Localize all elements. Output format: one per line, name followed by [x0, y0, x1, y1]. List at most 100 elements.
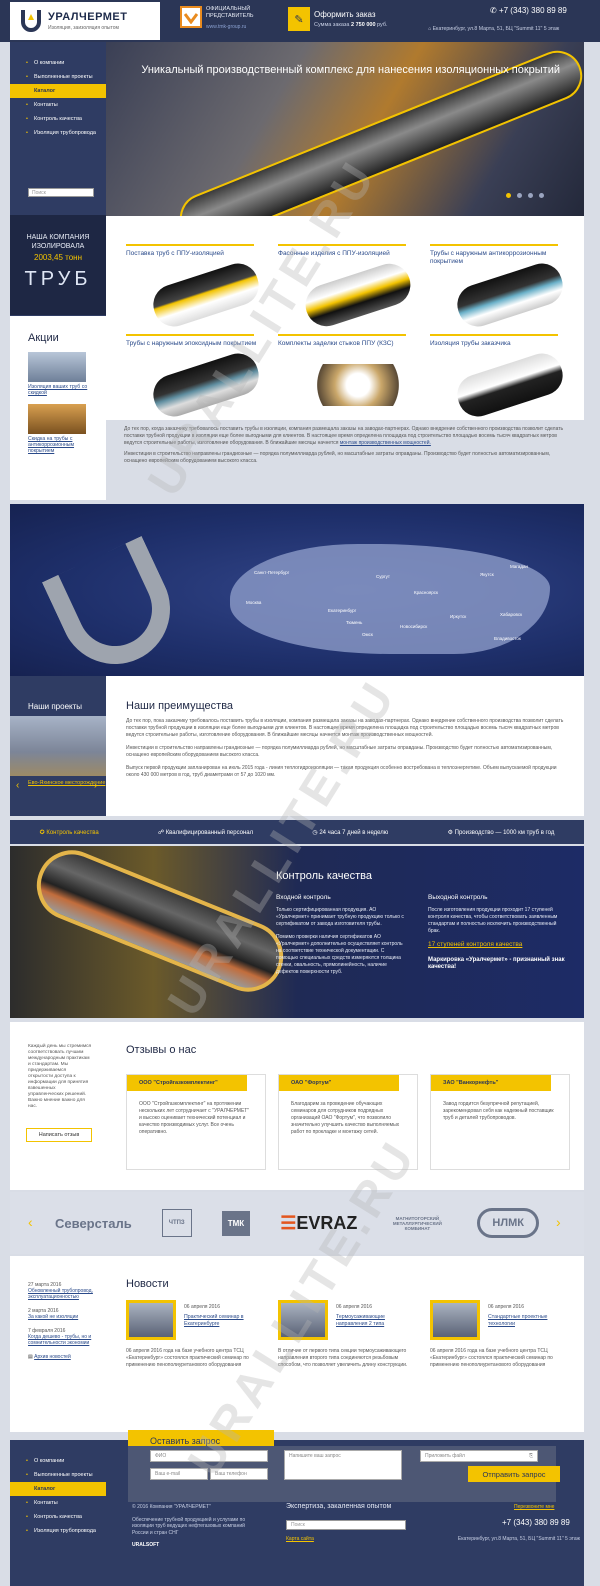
- map-city[interactable]: Красноярск: [414, 590, 438, 595]
- sitemap-link[interactable]: Карта сайта: [286, 1536, 314, 1543]
- submit-request-button[interactable]: Отправить запрос: [468, 1466, 560, 1482]
- chevron-left-icon[interactable]: ‹: [16, 780, 19, 791]
- order-widget[interactable]: ✎ Оформить заказ Сумма заказа 2 750 000 …: [288, 4, 388, 34]
- catalog-card[interactable]: Трубы с наружным антикоррозионным покрыт…: [430, 242, 570, 332]
- official-dealer[interactable]: ОФИЦИАЛЬНЫЙ ПРЕДСТАВИТЕЛЬ www.tmk-group.…: [180, 6, 254, 30]
- news-image[interactable]: [430, 1300, 480, 1340]
- map-city[interactable]: Иркутск: [450, 614, 466, 619]
- footer-search-input[interactable]: Поиск: [286, 1520, 406, 1530]
- partner-logo[interactable]: ЧТПЗ: [161, 1209, 192, 1237]
- callback-link[interactable]: Перезвоните мне: [514, 1504, 554, 1511]
- dealer-link[interactable]: www.tmk-group.ru: [206, 24, 254, 30]
- catalog-card-title[interactable]: Трубы с наружным антикоррозионным покрыт…: [430, 242, 570, 265]
- footer-item-contacts[interactable]: Контакты: [10, 1496, 106, 1510]
- partner-logo[interactable]: Северсталь: [55, 1216, 132, 1231]
- map-city[interactable]: Сургут: [376, 574, 390, 579]
- counter-amount: 2003,45 тонн: [34, 253, 82, 262]
- email-input[interactable]: Ваш e-mail: [150, 1468, 208, 1480]
- feature-quality[interactable]: ✪ Контроль качества: [40, 829, 99, 836]
- footer-item-projects[interactable]: Выполненные проекты: [10, 1468, 106, 1482]
- catalog-card-title[interactable]: Комплекты заделки стыков ППУ (КЗС): [278, 332, 418, 348]
- logo[interactable]: УРАЛЧЕРМЕТ Изоляция, заизоляция опытом: [10, 2, 160, 40]
- map-city[interactable]: Москва: [246, 600, 261, 605]
- catalog-card[interactable]: Трубы с наружным эпоксидным покрытием: [126, 332, 266, 422]
- map-city[interactable]: Омск: [362, 632, 373, 637]
- map-city[interactable]: Хабаровск: [500, 612, 522, 617]
- quality-steps-link[interactable]: 17 ступеней контроля качества: [428, 941, 522, 948]
- catalog-card[interactable]: Фасонные изделия с ППУ-изоляцией: [278, 242, 418, 332]
- footer-item-pipe-insulation[interactable]: Изоляция трубопровода: [10, 1524, 106, 1538]
- attach-file-input[interactable]: Приложить файл ⎘: [420, 1450, 538, 1462]
- map-city[interactable]: Владивосток: [494, 636, 521, 641]
- map-city[interactable]: Тюмень: [346, 620, 362, 625]
- feature-24-7[interactable]: ◷ 24 часа 7 дней в неделю: [312, 829, 388, 836]
- header-phone[interactable]: ✆ +7 (343) 380 89 89: [490, 6, 567, 15]
- write-review-button[interactable]: Написать отзыв: [26, 1128, 92, 1142]
- slider-dot[interactable]: [528, 193, 533, 198]
- promo-image[interactable]: [28, 404, 86, 434]
- feature-production[interactable]: ⚙ Производство — 1000 км труб в год: [448, 829, 555, 836]
- sidebar-item-quality[interactable]: Контроль качества: [10, 112, 106, 126]
- map-city[interactable]: Санкт-Петербург: [254, 570, 289, 575]
- catalog-card-title[interactable]: Фасонные изделия с ППУ-изоляцией: [278, 242, 418, 258]
- about-link[interactable]: монтаж производственных мощностей.: [340, 440, 431, 446]
- news-archive[interactable]: ▤ Архив новостей: [10, 1346, 106, 1360]
- chevron-right-icon[interactable]: ›: [556, 1214, 561, 1230]
- news-link[interactable]: Практический семинар в Екатеринбурге: [184, 1314, 260, 1328]
- map-city[interactable]: Екатеринбург: [328, 608, 356, 613]
- hero-slider[interactable]: Уникальный производственный комплекс для…: [106, 42, 584, 216]
- project-image[interactable]: [10, 716, 106, 776]
- sidebar-search-input[interactable]: Поиск: [28, 188, 94, 197]
- sidebar-item-pipe-insulation[interactable]: Изоляция трубопровода: [10, 126, 106, 140]
- promo-link[interactable]: Изоляция ваших труб со скидкой: [28, 384, 92, 396]
- catalog-card-title[interactable]: Поставка труб с ППУ-изоляцией: [126, 242, 266, 258]
- chevron-right-icon[interactable]: ›: [94, 780, 97, 791]
- feature-staff[interactable]: ☍ Квалифицированный персонал: [158, 829, 253, 836]
- partner-logo[interactable]: ТМК: [221, 1210, 251, 1236]
- footer-item-quality[interactable]: Контроль качества: [10, 1510, 106, 1524]
- news-image[interactable]: [126, 1300, 176, 1340]
- sidebar-item-about[interactable]: О компании: [10, 56, 106, 70]
- catalog-card-title[interactable]: Трубы с наружным эпоксидным покрытием: [126, 332, 266, 348]
- sidebar-item-catalog[interactable]: Каталог: [10, 84, 106, 98]
- sidebar-item-contacts[interactable]: Контакты: [10, 98, 106, 112]
- news-link[interactable]: Термоусаживающие направления 2 типа: [336, 1314, 412, 1328]
- outgoing-control-title: Выходной контроль: [428, 894, 488, 901]
- message-textarea[interactable]: Напишите ваш запрос: [284, 1450, 402, 1480]
- news-side-link[interactable]: Когда дешево - трубы, но и сомнительност…: [28, 1334, 91, 1346]
- phone-input[interactable]: Ваш телефон: [210, 1468, 268, 1480]
- news-side-item: 27 марта 2016 Обновленный трубопровод, э…: [10, 1256, 106, 1300]
- slider-dot[interactable]: [517, 193, 522, 198]
- news-link[interactable]: Стандартные проектные технологии: [488, 1314, 564, 1328]
- order-title[interactable]: Оформить заказ: [314, 10, 388, 19]
- footer-phone[interactable]: +7 (343) 380 89 89: [502, 1519, 570, 1527]
- chevron-left-icon[interactable]: ‹: [28, 1214, 33, 1230]
- catalog-card-title[interactable]: Изоляция трубы заказчика: [430, 332, 570, 348]
- archive-icon: ▤: [28, 1354, 33, 1360]
- footer-item-about[interactable]: О компании: [10, 1454, 106, 1468]
- news-side-link[interactable]: Обновленный трубопровод, эксплуатационно…: [28, 1288, 93, 1300]
- map-city[interactable]: Магадан: [510, 564, 528, 569]
- developer-logo[interactable]: URALSOFT: [132, 1542, 262, 1549]
- footer-item-catalog[interactable]: Каталог: [10, 1482, 106, 1496]
- partner-logo[interactable]: ☰EVRAZ: [280, 1213, 357, 1234]
- catalog-card[interactable]: Изоляция трубы заказчика: [430, 332, 570, 422]
- reviews-block: Отзывы о нас ООО "Стройгазкомплектинг" О…: [106, 1022, 584, 1190]
- catalog-card[interactable]: Комплекты заделки стыков ППУ (КЗС): [278, 332, 418, 422]
- catalog-card[interactable]: Поставка труб с ППУ-изоляцией: [126, 242, 266, 332]
- map-city[interactable]: Новосибирск: [400, 624, 427, 629]
- partner-logo[interactable]: НЛМК: [477, 1208, 539, 1238]
- slider-dot[interactable]: [506, 193, 511, 198]
- order-currency: руб.: [377, 22, 388, 28]
- news-side-link[interactable]: За какой не изоляции: [28, 1314, 78, 1320]
- partner-logo[interactable]: МАГНИТОГОРСКИЙ МЕТАЛЛУРГИЧЕСКИЙ КОМБИНАТ: [387, 1216, 447, 1231]
- news-image[interactable]: [278, 1300, 328, 1340]
- promo-link[interactable]: Скидка на трубы с антикоррозионным покры…: [28, 436, 92, 454]
- news-archive-link[interactable]: Архив новостей: [34, 1354, 71, 1360]
- sidebar-item-projects[interactable]: Выполненные проекты: [10, 70, 106, 84]
- outgoing-control-text: После изготовления продукции проходит 17…: [428, 907, 558, 934]
- map-city[interactable]: Якутск: [480, 572, 494, 577]
- slider-dot[interactable]: [539, 193, 544, 198]
- name-input[interactable]: ФИО: [150, 1450, 268, 1462]
- promo-image[interactable]: [28, 352, 86, 382]
